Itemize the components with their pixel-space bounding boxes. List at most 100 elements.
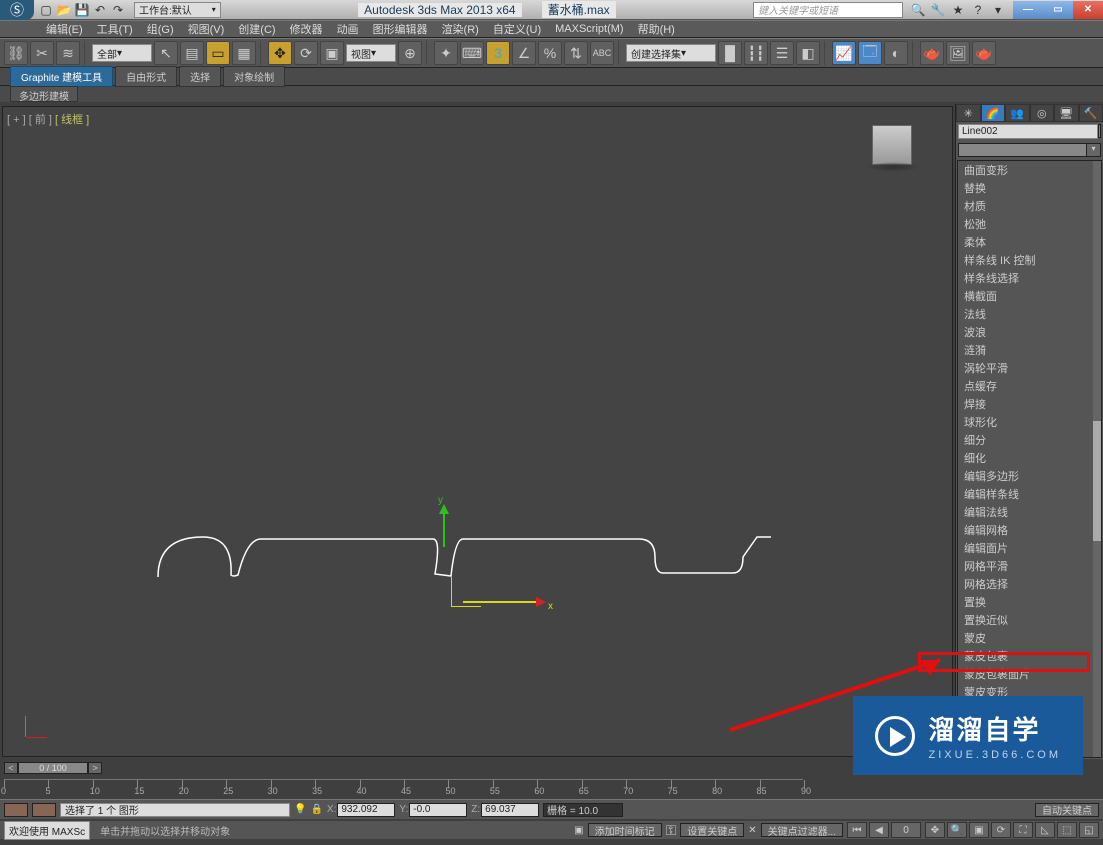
current-frame-input[interactable]: 0	[891, 822, 921, 838]
modifier-item[interactable]: 松弛	[958, 215, 1101, 233]
isolate-icon[interactable]: 💡	[294, 804, 306, 815]
time-next-icon[interactable]: >	[88, 762, 102, 774]
zoom-all-icon[interactable]: ▣	[969, 822, 989, 838]
modifier-item[interactable]: 编辑面片	[958, 539, 1101, 557]
gizmo-xy-plane[interactable]	[451, 577, 481, 607]
chevron-down-icon[interactable]: ▾	[989, 2, 1007, 18]
zoom-icon[interactable]: 🔍	[947, 822, 967, 838]
save-icon[interactable]: 💾	[74, 2, 90, 18]
render-icon[interactable]: 🫖	[972, 41, 996, 65]
modifier-item[interactable]: 球形化	[958, 413, 1101, 431]
bind-spacewarp-icon[interactable]: ≋	[56, 41, 80, 65]
search-input[interactable]: 键入关键字或短语	[753, 2, 903, 18]
key-icon[interactable]: ⚿	[666, 822, 677, 839]
angle-snap-icon[interactable]: ∠	[512, 41, 536, 65]
menu-rendering[interactable]: 渲染(R)	[442, 21, 479, 37]
modifier-item[interactable]: 置换近似	[958, 611, 1101, 629]
ribbon-tab-select[interactable]: 选择	[179, 66, 221, 87]
auto-key-button[interactable]: 自动关键点	[1035, 803, 1099, 817]
scale-icon[interactable]: ▣	[320, 41, 344, 65]
modifier-item[interactable]: 涟漪	[958, 341, 1101, 359]
snap-toggle-icon[interactable]: 3	[486, 41, 510, 65]
modifier-item[interactable]: 编辑网格	[958, 521, 1101, 539]
modifier-item[interactable]: 细化	[958, 449, 1101, 467]
move-icon[interactable]: ✥	[268, 41, 292, 65]
select-icon[interactable]: ↖	[154, 41, 178, 65]
abc-icon[interactable]: ABC	[590, 41, 614, 65]
render-setup-icon[interactable]: 🫖	[920, 41, 944, 65]
ribbon-tab-freeform[interactable]: 自由形式	[115, 66, 177, 87]
modifier-item[interactable]: 编辑样条线	[958, 485, 1101, 503]
menu-animation[interactable]: 动画	[337, 21, 359, 37]
workspace-dropdown[interactable]: 工作台: 默认 ▾	[134, 2, 221, 18]
tab-display-icon[interactable]: 🖥	[1054, 104, 1079, 122]
modifier-item[interactable]: 样条线选择	[958, 269, 1101, 287]
menu-maxscript[interactable]: MAXScript(M)	[555, 23, 623, 35]
select-window-icon[interactable]: ▦	[232, 41, 256, 65]
menu-tools[interactable]: 工具(T)	[97, 21, 133, 37]
modifier-item[interactable]: 置换	[958, 593, 1101, 611]
minimize-button[interactable]: —	[1013, 1, 1043, 19]
app-logo[interactable]: Ⓢ	[0, 0, 34, 20]
modifier-item[interactable]: 网格平滑	[958, 557, 1101, 575]
material-editor-icon[interactable]: ◐	[884, 41, 908, 65]
goto-start-icon[interactable]: ⏮	[847, 822, 867, 838]
new-icon[interactable]: ▢	[38, 2, 54, 18]
modifier-item[interactable]: 编辑法线	[958, 503, 1101, 521]
orbit-icon[interactable]: ⟳	[991, 822, 1011, 838]
add-time-tag[interactable]: 添加时间标记	[588, 823, 662, 837]
timeline-ruler[interactable]: 051015202530354045505560657075808590	[4, 779, 803, 797]
modifier-item[interactable]: 替换	[958, 179, 1101, 197]
menu-view[interactable]: 视图(V)	[188, 21, 225, 37]
modifier-item[interactable]: 网格选择	[958, 575, 1101, 593]
modifier-item[interactable]: 编辑多边形	[958, 467, 1101, 485]
modifier-item[interactable]: 点缓存	[958, 377, 1101, 395]
spline-object[interactable]	[3, 107, 943, 757]
binoculars-icon[interactable]: 🔍	[909, 2, 927, 18]
coord-y-input[interactable]: -0.0	[409, 803, 467, 817]
script-editor-icon[interactable]	[32, 803, 56, 817]
coord-x-input[interactable]: 932.092	[337, 803, 395, 817]
modifier-item[interactable]: 法线	[958, 305, 1101, 323]
modifier-item[interactable]: 焊接	[958, 395, 1101, 413]
menu-create[interactable]: 创建(C)	[238, 21, 275, 37]
named-selection-dropdown[interactable]: 创建选择集 ▾	[626, 44, 716, 62]
graphite-toggle-icon[interactable]: ◧	[796, 41, 820, 65]
modifier-item[interactable]: 蒙皮包裹面片	[958, 665, 1101, 683]
sub-tab-polymodel[interactable]: 多边形建模	[10, 86, 78, 102]
modifier-item[interactable]: 细分	[958, 431, 1101, 449]
object-color-swatch[interactable]	[1098, 124, 1101, 138]
layers-icon[interactable]: ☰	[770, 41, 794, 65]
modifier-item[interactable]: 蒙皮	[958, 629, 1101, 647]
min-max-icon[interactable]: ◱	[1079, 822, 1099, 838]
close-button[interactable]: ✕	[1073, 1, 1103, 19]
tab-hierarchy-icon[interactable]: 👥	[1005, 104, 1030, 122]
modifier-item[interactable]: 材质	[958, 197, 1101, 215]
menu-customize[interactable]: 自定义(U)	[493, 21, 541, 37]
undo-icon[interactable]: ↶	[92, 2, 108, 18]
manipulate-icon[interactable]: ✦	[434, 41, 458, 65]
chevron-down-icon[interactable]: ▾	[1086, 144, 1100, 156]
gizmo-y-axis[interactable]	[443, 507, 445, 547]
viewport-front[interactable]: [ + ] [ 前 ] [ 线框 ] y x	[2, 106, 953, 757]
select-rect-icon[interactable]: ▭	[206, 41, 230, 65]
menu-group[interactable]: 组(G)	[147, 21, 174, 37]
schematic-icon[interactable]: 🗔	[858, 41, 882, 65]
redo-icon[interactable]: ↷	[110, 2, 126, 18]
star-icon[interactable]: ★	[949, 2, 967, 18]
pivot-icon[interactable]: ⊕	[398, 41, 422, 65]
maxscript-mini[interactable]: 欢迎使用 MAXSc	[4, 821, 90, 840]
align-icon[interactable]: ┇┇	[744, 41, 768, 65]
link-icon[interactable]: ⛓	[4, 41, 28, 65]
modifier-item[interactable]: 柔体	[958, 233, 1101, 251]
tab-utilities-icon[interactable]: 🔨	[1079, 104, 1103, 122]
open-icon[interactable]: 📂	[56, 2, 72, 18]
ribbon-tab-graphite[interactable]: Graphite 建模工具	[10, 66, 113, 87]
select-name-icon[interactable]: ▤	[180, 41, 204, 65]
menu-help[interactable]: 帮助(H)	[638, 21, 675, 37]
scrollbar-thumb[interactable]	[1093, 421, 1101, 541]
keyboard-shortcut-icon[interactable]: ⌨	[460, 41, 484, 65]
modifier-item[interactable]: 波浪	[958, 323, 1101, 341]
curve-editor-icon[interactable]: 📈	[832, 41, 856, 65]
prev-frame-icon[interactable]: ◀	[869, 822, 889, 838]
